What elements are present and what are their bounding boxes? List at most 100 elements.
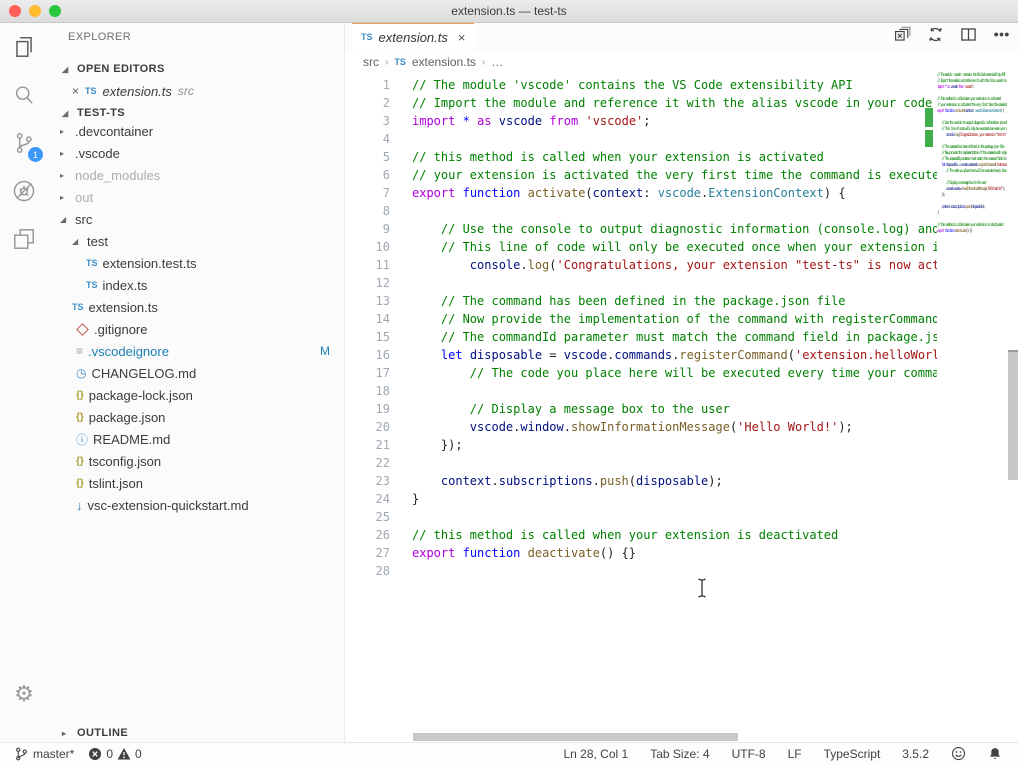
line-number: 17 [345,364,390,382]
vertical-scrollbar[interactable] [1008,350,1018,480]
tree-item-extension-ts[interactable]: TSextension.ts [48,296,344,318]
minimap-token: vscode [946,186,953,191]
minimize-window-button[interactable] [29,5,41,17]
tree-item--vscodeignore[interactable]: ≡.vscodeignoreM [48,340,344,362]
status-encoding[interactable]: UTF-8 [726,747,772,761]
tree-item-node-modules[interactable]: ▸node_modules [48,164,344,186]
json-file-icon: {} [76,478,84,489]
code-token: context [441,474,492,488]
sync-changes-button[interactable] [927,26,944,48]
status-cursor-position[interactable]: Ln 28, Col 1 [557,747,634,761]
breadcrumb-item[interactable]: … [491,55,503,69]
tree-item--devcontainer[interactable]: ▸.devcontainer [48,120,344,142]
more-actions-button[interactable] [993,26,1010,48]
problems-indicator[interactable]: 0 0 [84,747,145,761]
sync-changes-icon [927,26,944,43]
tree-item-readme-md[interactable]: ⓘREADME.md [48,428,344,450]
activity-bar-manage[interactable]: ⚙ [0,670,48,718]
tree-item-test[interactable]: ◢test [48,230,344,252]
file-tree: ▸.devcontainer▸.vscode▸node_modules▸out◢… [48,120,344,516]
code-line-15: 15 // The commandId parameter must match… [345,328,937,346]
tree-item-label: vsc-extension-quickstart.md [88,498,249,513]
tree-item-label: .vscodeignore [88,344,169,359]
tree-item-out[interactable]: ▸out [48,186,344,208]
breadcrumb-item[interactable]: src [363,55,379,69]
code-token: ExtensionContext [708,186,824,200]
minimap-line [937,234,1007,240]
horizontal-scrollbar[interactable] [413,733,738,741]
line-number: 11 [345,256,390,274]
status-eol[interactable]: LF [782,747,808,761]
tree-item-package-lock-json[interactable]: {}package-lock.json [48,384,344,406]
minimap-token: subscriptions [950,204,964,209]
minimap-token: 'vscode' [964,84,973,89]
tree-item-tslint-json[interactable]: {}tslint.json [48,472,344,494]
code-token: () {} [600,546,636,560]
code-token: * [463,114,470,128]
feedback-smiley-button[interactable] [945,746,972,761]
code-token: } [412,492,419,506]
tab-close-icon[interactable]: × [458,30,466,45]
activity-bar-search[interactable] [0,71,48,119]
breadcrumb[interactable]: src›TSextension.ts›… [345,52,1018,72]
close-window-button[interactable] [9,5,21,17]
line-number: 28 [345,562,390,580]
tree-item--vscode[interactable]: ▸.vscode [48,142,344,164]
code-editor[interactable]: 1// The module 'vscode' contains the VS … [345,72,937,738]
minimap[interactable]: // The module 'vscode' contains the VS C… [937,72,1007,244]
zoom-window-button[interactable] [49,5,61,17]
minimap-token: vscode [960,162,967,167]
code-token [455,186,462,200]
minimap-token [937,132,946,137]
open-changes-button[interactable] [894,26,911,48]
split-editor-button[interactable] [960,26,977,48]
activity-bar-source-control[interactable]: 1 [0,119,48,167]
code-line-2: 2// Import the module and reference it w… [345,94,937,112]
chevron-expanded-icon: ◢ [60,215,70,224]
line-number: 20 [345,418,390,436]
minimap-token: function [945,228,954,233]
code-token: commands [614,348,672,362]
activity-bar-debug[interactable] [0,167,48,215]
minimap-token: ); [1002,186,1004,191]
code-token: showInformationMessage [571,420,730,434]
close-editor-icon[interactable]: × [72,84,79,98]
tree-item-changelog-md[interactable]: ◷CHANGELOG.md [48,362,344,384]
tree-item--gitignore[interactable]: .gitignore [48,318,344,340]
git-branch-indicator[interactable]: master* [10,746,78,762]
tree-item-extension-test-ts[interactable]: TSextension.test.ts [48,252,344,274]
tree-item-index-ts[interactable]: TSindex.ts [48,274,344,296]
code-token [412,258,470,272]
minimap-token: // Import the module and reference it wi… [937,78,1007,83]
tree-item-label: extension.test.ts [103,256,197,271]
notifications-bell-button[interactable] [982,746,1008,761]
breadcrumb-item[interactable]: extension.ts [412,55,476,69]
outline-label: OUTLINE [77,727,128,739]
code-token: vscode [470,420,513,434]
activity-bar-explorer[interactable] [0,23,48,71]
code-token: console [470,258,521,272]
tree-item-package-json[interactable]: {}package.json [48,406,344,428]
code-token: 'Congratulations, your extension "test-t… [557,258,937,272]
git-branch-icon [14,746,29,762]
tree-item-src[interactable]: ◢src [48,208,344,230]
status-tab-size[interactable]: Tab Size: 4 [644,747,715,761]
tree-item-label: index.ts [103,278,148,293]
line-number: 12 [345,274,390,292]
code-line-7: 7export function activate(context: vscod… [345,184,937,202]
status-typescript-version[interactable]: 3.5.2 [896,747,935,761]
open-editor-item[interactable]: × TS extension.ts src [48,80,344,102]
open-editors-section-header[interactable]: ◢ OPEN EDITORS [48,58,344,80]
code-token: ); [838,420,852,434]
line-number: 5 [345,148,390,166]
tab-extension-ts[interactable]: TS extension.ts × [352,22,474,50]
activity-bar-extensions[interactable] [0,215,48,263]
outline-section-header[interactable]: ▸ OUTLINE [48,722,344,744]
code-token [470,114,477,128]
code-token: disposable [636,474,708,488]
code-line-9: 9 // Use the console to output diagnosti… [345,220,937,238]
status-language-mode[interactable]: TypeScript [818,747,887,761]
tree-item-vsc-extension-quickstart-md[interactable]: ↓vsc-extension-quickstart.md [48,494,344,516]
tree-item-tsconfig-json[interactable]: {}tsconfig.json [48,450,344,472]
minimap-token: // The code you place here will be execu… [937,168,1007,173]
